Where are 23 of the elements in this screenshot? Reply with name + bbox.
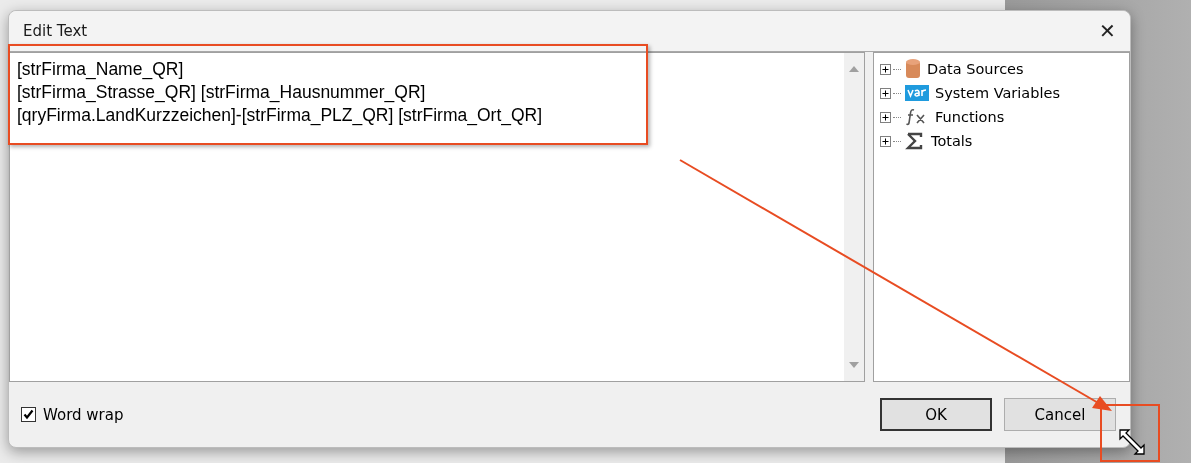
database-icon: [905, 58, 921, 80]
tree-item[interactable]: Data Sources: [927, 61, 1024, 77]
code-line: [strFirma_Name_QR]: [17, 58, 185, 81]
resize-cursor-icon: [1118, 428, 1146, 456]
close-button[interactable]: ✕: [1084, 11, 1130, 51]
text-editor[interactable]: [strFirma_Name_QR] [strFirma_Strasse_QR] [strFirma_Hausnummer_QR] [qryFirma.LandKurzzeichen]-[strFirma_PLZ_QR] [strFirma_Ort_QR]: [9, 52, 865, 382]
variable-icon: [905, 85, 929, 101]
checkbox-label: Word wrap: [43, 405, 124, 424]
window-title: Edit Text: [23, 22, 88, 40]
highlight-frame: [1100, 404, 1160, 462]
expander-icon[interactable]: [880, 135, 891, 147]
tree-item[interactable]: Functions: [935, 109, 1005, 125]
dialog-button[interactable]: Cancel: [1004, 398, 1116, 431]
sum-icon: [905, 132, 925, 150]
checkbox[interactable]: [21, 407, 36, 422]
expander-icon[interactable]: [880, 87, 891, 99]
dialog-button[interactable]: OK: [880, 398, 992, 431]
expander-icon[interactable]: [880, 111, 891, 123]
tree-item[interactable]: System Variables: [935, 85, 1060, 101]
tree-item[interactable]: Totals: [931, 133, 973, 149]
code-line: [qryFirma.LandKurzzeichen]-[strFirma_PLZ_QR] [strFirma_Ort_QR]: [17, 104, 544, 127]
code-line: [strFirma_Strasse_QR] [strFirma_Hausnummer_QR]: [17, 81, 427, 104]
expander-icon[interactable]: [880, 63, 891, 75]
